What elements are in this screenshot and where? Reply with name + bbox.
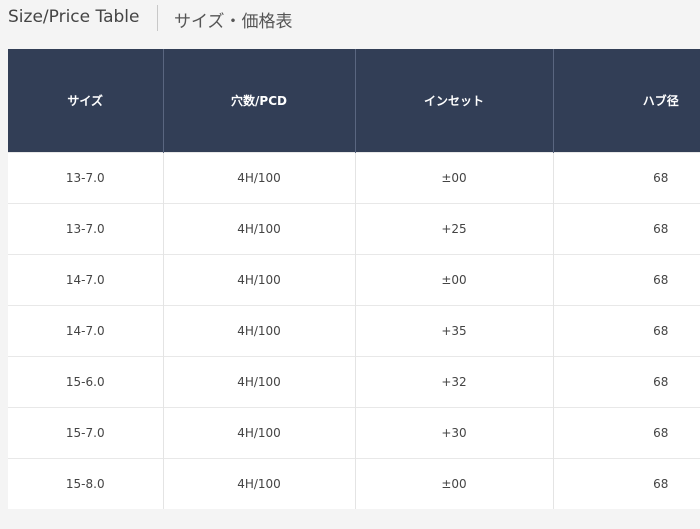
table-row: 14-7.0 4H/100 ±00 68 xyxy=(8,254,700,306)
cell-inset: +32 xyxy=(355,356,554,408)
table-row: 14-7.0 4H/100 +35 68 xyxy=(8,305,700,357)
cell-inset: ±00 xyxy=(355,458,554,509)
cell-pcd: 4H/100 xyxy=(163,407,356,459)
cell-pcd: 4H/100 xyxy=(163,152,356,204)
cell-inset: ±00 xyxy=(355,152,554,204)
cell-pcd: 4H/100 xyxy=(163,203,356,255)
cell-size: 15-6.0 xyxy=(8,356,164,408)
size-price-table-container[interactable]: サイズ 穴数/PCD インセット ハブ径 13-7.0 4H/100 ±00 6… xyxy=(8,49,700,511)
cell-hub-diameter: 68 xyxy=(553,254,700,306)
table-row: 15-8.0 4H/100 ±00 68 xyxy=(8,458,700,509)
cell-hub-diameter: 68 xyxy=(553,152,700,204)
cell-size: 13-7.0 xyxy=(8,152,164,204)
table-row: 13-7.0 4H/100 ±00 68 xyxy=(8,152,700,204)
cell-size: 15-7.0 xyxy=(8,407,164,459)
cell-hub-diameter: 68 xyxy=(553,203,700,255)
cell-size: 13-7.0 xyxy=(8,203,164,255)
cell-size: 14-7.0 xyxy=(8,305,164,357)
table-row: 15-7.0 4H/100 +30 68 xyxy=(8,407,700,459)
page: Size/Price Table サイズ・価格表 サイズ 穴数/PCD インセッ… xyxy=(0,0,700,529)
cell-pcd: 4H/100 xyxy=(163,356,356,408)
column-header-size: サイズ xyxy=(8,49,164,153)
table-header-row: サイズ 穴数/PCD インセット ハブ径 xyxy=(8,49,700,153)
column-header-hub-diameter: ハブ径 xyxy=(553,49,700,153)
size-price-table: サイズ 穴数/PCD インセット ハブ径 13-7.0 4H/100 ±00 6… xyxy=(8,49,700,509)
cell-hub-diameter: 68 xyxy=(553,458,700,509)
table-row: 15-6.0 4H/100 +32 68 xyxy=(8,356,700,408)
cell-inset: +35 xyxy=(355,305,554,357)
section-header: Size/Price Table サイズ・価格表 xyxy=(0,0,700,40)
column-header-inset: インセット xyxy=(355,49,554,153)
cell-hub-diameter: 68 xyxy=(553,356,700,408)
title-divider xyxy=(157,5,158,31)
table-row: 13-7.0 4H/100 +25 68 xyxy=(8,203,700,255)
cell-pcd: 4H/100 xyxy=(163,254,356,306)
cell-size: 15-8.0 xyxy=(8,458,164,509)
cell-inset: ±00 xyxy=(355,254,554,306)
column-header-pcd: 穴数/PCD xyxy=(163,49,356,153)
cell-inset: +30 xyxy=(355,407,554,459)
cell-size: 14-7.0 xyxy=(8,254,164,306)
cell-pcd: 4H/100 xyxy=(163,305,356,357)
cell-hub-diameter: 68 xyxy=(553,305,700,357)
section-title-ja: サイズ・価格表 xyxy=(174,12,293,32)
cell-inset: +25 xyxy=(355,203,554,255)
section-title-en: Size/Price Table xyxy=(8,7,140,27)
cell-pcd: 4H/100 xyxy=(163,458,356,509)
cell-hub-diameter: 68 xyxy=(553,407,700,459)
